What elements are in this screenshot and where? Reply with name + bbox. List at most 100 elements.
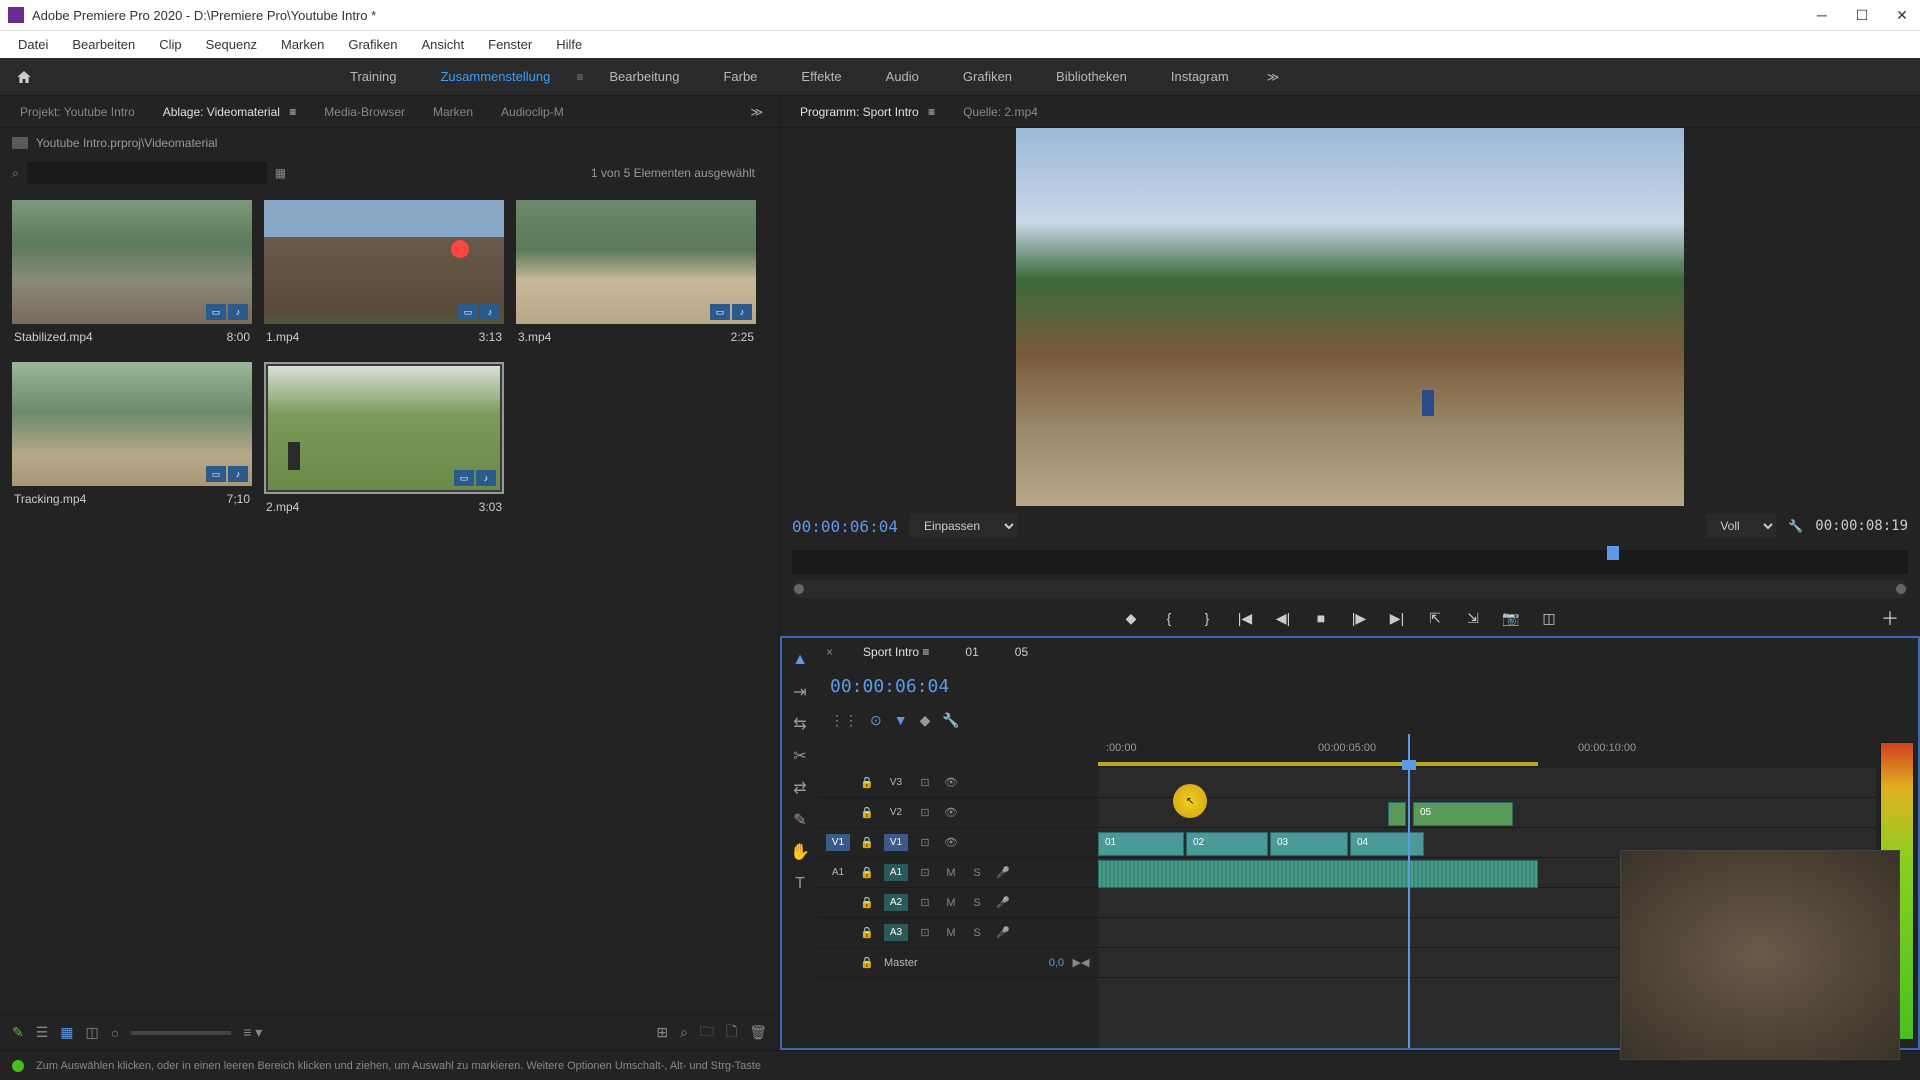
stop-icon[interactable]: ■ [1311,608,1331,628]
master-value[interactable]: 0,0 [1049,957,1064,969]
bin-icon[interactable] [12,137,28,149]
button-editor-icon[interactable]: ＋ [1880,608,1900,628]
menu-ansicht[interactable]: Ansicht [411,33,474,56]
lock-icon[interactable]: 🔒 [858,864,876,882]
extract-icon[interactable]: ⇲ [1463,608,1483,628]
audio-clip[interactable] [1098,860,1538,888]
step-back-icon[interactable]: ◀| [1273,608,1293,628]
panel-overflow-icon[interactable]: ≫ [742,101,771,123]
tab-ablage[interactable]: Ablage: Videomaterial ≡ [151,99,309,125]
track-select-tool-icon[interactable]: ⇥ [788,680,812,704]
workspace-menu-icon[interactable]: ≡ [576,70,583,84]
track-label[interactable]: A1 [884,864,908,881]
list-view-icon[interactable]: ☰ [36,1024,49,1041]
track-header-v2[interactable]: 🔒 V2 ⊡ 👁 [818,798,1098,828]
workspace-bearbeitung[interactable]: Bearbeitung [591,63,697,90]
tab-quelle[interactable]: Quelle: 2.mp4 [951,99,1050,125]
voice-record-icon[interactable]: 🎤 [994,864,1012,882]
step-forward-icon[interactable]: |▶ [1349,608,1369,628]
zoom-out-icon[interactable]: ○ [111,1025,119,1041]
menu-fenster[interactable]: Fenster [478,33,542,56]
workspace-grafiken[interactable]: Grafiken [945,63,1030,90]
timeline-timecode[interactable]: 00:00:06:04 [830,676,949,697]
toggle-output-icon[interactable]: 👁 [942,774,960,792]
workspace-bibliotheken[interactable]: Bibliotheken [1038,63,1145,90]
find-icon[interactable]: ⌕ [680,1024,688,1041]
program-zoom-bar[interactable] [792,580,1908,598]
sync-lock-icon[interactable]: ⊡ [916,774,934,792]
settings-icon[interactable]: 🔧 [1788,519,1803,533]
tab-marken[interactable]: Marken [421,99,485,125]
tab-programm[interactable]: Programm: Sport Intro ≡ [788,99,947,125]
lock-icon[interactable]: 🔒 [858,954,876,972]
automate-icon[interactable]: ⊞ [656,1024,668,1041]
mute-icon[interactable]: M [942,864,960,882]
close-button[interactable]: ✕ [1892,5,1912,25]
work-area-bar[interactable] [1098,762,1538,766]
marker-icon[interactable]: ◆ [920,712,931,729]
toggle-output-icon[interactable]: 👁 [942,834,960,852]
snap-icon[interactable]: ⋮⋮ [830,712,858,729]
comparison-icon[interactable]: ◫ [1539,608,1559,628]
search-icon[interactable]: ⌕ [12,166,19,181]
sync-lock-icon[interactable]: ⊡ [916,864,934,882]
add-marker-icon[interactable]: ▼ [894,712,908,728]
lock-icon[interactable]: 🔒 [858,924,876,942]
home-icon[interactable] [12,65,36,89]
new-bin-icon[interactable]: 🗀 [700,1021,714,1045]
tab-projekt[interactable]: Projekt: Youtube Intro [8,99,147,125]
track-label[interactable]: V1 [884,834,908,851]
program-scrubber[interactable] [792,550,1908,574]
clip[interactable] [1388,802,1406,826]
loop-icon[interactable]: ▶◀ [1072,954,1090,972]
sync-lock-icon[interactable]: ⊡ [916,924,934,942]
media-item-stabilized[interactable]: ▭♪ Stabilized.mp48:00 [12,200,252,350]
sequence-tab-sport-intro[interactable]: Sport Intro ≡ [853,641,939,663]
workspace-audio[interactable]: Audio [868,63,937,90]
solo-icon[interactable]: S [968,924,986,942]
track-header-a3[interactable]: 🔒 A3 ⊡ M S 🎤 [818,918,1098,948]
clip[interactable]: 01 [1098,832,1184,856]
media-thumbnail[interactable]: ▭♪ [12,200,252,324]
sync-lock-icon[interactable]: ⊡ [916,834,934,852]
go-to-out-icon[interactable]: ▶| [1387,608,1407,628]
timeline-settings-icon[interactable]: 🔧 [942,712,959,729]
sort-icon[interactable]: ≡ ▾ [243,1024,262,1041]
workspace-farbe[interactable]: Farbe [705,63,775,90]
solo-icon[interactable]: S [968,864,986,882]
workspace-overflow-icon[interactable]: ≫ [1255,64,1292,90]
media-thumbnail[interactable]: ▭♪ [264,200,504,324]
fit-dropdown[interactable]: Einpassen [910,514,1017,538]
linked-selection-icon[interactable]: ⊙ [870,712,882,729]
clip[interactable]: 05 [1413,802,1513,826]
toggle-output-icon[interactable]: 👁 [942,804,960,822]
menu-hilfe[interactable]: Hilfe [546,33,592,56]
tab-menu-icon[interactable]: ≡ [289,105,296,119]
clip[interactable]: 03 [1270,832,1348,856]
mute-icon[interactable]: M [942,924,960,942]
delete-icon[interactable]: 🗑 [749,1024,767,1041]
tab-media-browser[interactable]: Media-Browser [312,99,417,125]
mark-out-icon[interactable]: } [1197,608,1217,628]
scrubber-playhead[interactable] [1607,546,1619,560]
track-label[interactable]: A3 [884,924,908,941]
lock-icon[interactable]: 🔒 [858,894,876,912]
filter-icon[interactable]: ▦ [275,166,286,180]
media-item-tracking[interactable]: ▭♪ Tracking.mp47;10 [12,362,252,520]
workspace-zusammenstellung[interactable]: Zusammenstellung [422,63,568,90]
selection-tool-icon[interactable]: ▲ [788,648,812,672]
media-thumbnail[interactable]: ▭♪ [268,366,500,490]
lock-icon[interactable]: 🔒 [858,834,876,852]
clip[interactable]: 02 [1186,832,1268,856]
voice-record-icon[interactable]: 🎤 [994,924,1012,942]
zoom-handle-right[interactable] [1896,584,1906,594]
zoom-slider[interactable] [131,1031,231,1035]
add-marker-icon[interactable]: ◆ [1121,608,1141,628]
tab-audioclip[interactable]: Audioclip-M [489,99,576,125]
minimize-button[interactable]: ─ [1812,5,1832,25]
go-to-in-icon[interactable]: |◀ [1235,608,1255,628]
lock-icon[interactable]: 🔒 [858,774,876,792]
pen-tool-icon[interactable]: ✎ [788,808,812,832]
menu-clip[interactable]: Clip [149,33,191,56]
sequence-tab-05[interactable]: 05 [1005,641,1038,663]
